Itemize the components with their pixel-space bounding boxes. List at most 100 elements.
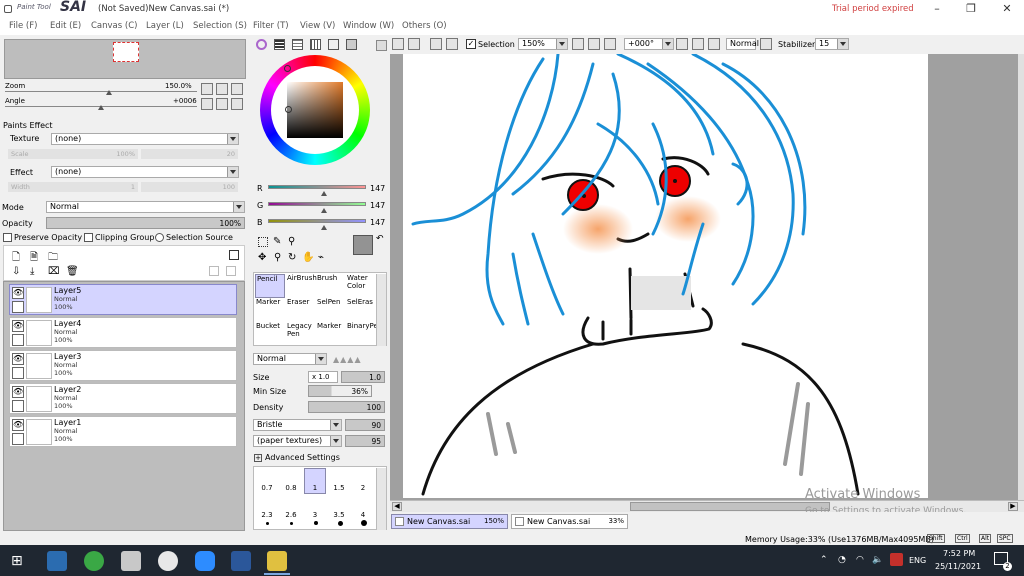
texture-dropdown[interactable]: (none) (51, 133, 239, 145)
g-slider-thumb[interactable] (321, 208, 327, 213)
density-slider[interactable]: 100 (308, 401, 385, 413)
invert-selection-button[interactable] (446, 38, 458, 50)
tool-seleras[interactable]: SelEras (346, 298, 376, 322)
scroll-left-icon[interactable]: ◀ (392, 502, 402, 511)
menu-others[interactable]: Others (O) (402, 21, 447, 31)
redo-button[interactable] (408, 38, 420, 50)
tool-marker-2[interactable]: Marker (316, 322, 346, 346)
layer-item[interactable]: 👁 Layer4 Normal 100% (9, 317, 237, 348)
zoom-in-button[interactable] (588, 38, 600, 50)
eyedropper-icon[interactable]: ⌁ (318, 252, 324, 263)
pen-lock-icon[interactable] (12, 367, 24, 379)
rotate-left-button[interactable] (676, 38, 688, 50)
hand-tool-icon[interactable]: ✋ (302, 252, 314, 263)
expand-icon[interactable]: + (254, 454, 262, 462)
swap-colors-icon[interactable]: ↶ (376, 234, 384, 244)
brush-texture-dropdown[interactable]: (paper textures) (253, 435, 342, 447)
brush-size-option[interactable]: 1.5 (328, 484, 350, 492)
document-tab[interactable]: New Canvas.sai 33% (511, 514, 628, 529)
rotate-right-button[interactable] (216, 98, 228, 110)
brush-shape-presets[interactable]: ▲▲▲▲ (333, 355, 362, 364)
zoom-reset-button[interactable] (231, 83, 243, 95)
network-icon[interactable]: ◔ (838, 555, 846, 565)
angle-dropdown[interactable]: +000° (624, 38, 674, 50)
tray-app-icon[interactable] (890, 553, 903, 566)
zoom-slider[interactable] (5, 91, 197, 92)
lasso-tool-icon[interactable]: ✎ (273, 236, 281, 247)
layer-mode-dropdown[interactable]: Normal (46, 201, 245, 213)
sv-marker[interactable] (285, 106, 292, 113)
store-icon[interactable] (121, 551, 141, 571)
zoom-app-icon[interactable] (195, 551, 215, 571)
language-indicator[interactable]: ENG (909, 556, 926, 565)
menu-view[interactable]: View (V) (300, 21, 335, 31)
hue-wheel[interactable] (260, 55, 370, 165)
maximize-button[interactable]: ❐ (954, 0, 988, 18)
rotate-right-button[interactable] (692, 38, 704, 50)
scroll-right-icon[interactable]: ▶ (1008, 502, 1018, 511)
menu-layer[interactable]: Layer (L) (146, 21, 184, 31)
hue-marker[interactable] (284, 65, 291, 72)
brush-blend-dropdown[interactable]: Normal (253, 353, 327, 365)
flip-button[interactable] (708, 38, 720, 50)
g-value[interactable]: 147 (370, 201, 385, 210)
menu-edit[interactable]: Edit (E) (50, 21, 81, 31)
navigator-preview[interactable] (4, 39, 246, 79)
zoom-out-button[interactable] (201, 83, 213, 95)
tool-scrollbar[interactable] (376, 274, 386, 346)
selection-source-radio[interactable] (155, 233, 164, 242)
zoom-slider-thumb[interactable] (106, 90, 112, 95)
tool-legacy-pen[interactable]: Legacy Pen (286, 322, 316, 346)
size-multiplier[interactable]: x 1.0 (308, 371, 338, 383)
brush-texture-strength[interactable]: 95 (345, 435, 385, 447)
wifi-icon[interactable]: ◠ (856, 555, 864, 565)
b-slider-thumb[interactable] (321, 225, 327, 230)
rgb-slider-tab-icon[interactable] (274, 39, 285, 50)
windows-start-icon[interactable]: ⊞ (11, 553, 23, 569)
min-size-slider[interactable]: 36% (308, 385, 372, 397)
r-slider[interactable] (268, 185, 366, 189)
pen-lock-icon[interactable] (12, 301, 24, 313)
r-slider-thumb[interactable] (321, 191, 327, 196)
select-tool-icon[interactable] (258, 237, 268, 247)
layer-mask-icon[interactable] (229, 250, 239, 260)
delete-layer-icon[interactable]: 🗑 (66, 266, 79, 277)
chrome-icon[interactable] (158, 551, 178, 571)
pen-lock-icon[interactable] (12, 433, 24, 445)
layer-item[interactable]: 👁 Layer5 Normal 100% (9, 284, 237, 315)
width-slider[interactable]: Width 1 (8, 182, 138, 192)
palette-tab-icon[interactable] (346, 39, 357, 50)
menu-canvas[interactable]: Canvas (C) (91, 21, 137, 31)
brush-size-scrollbar[interactable] (376, 468, 386, 530)
rotate-tool-icon[interactable]: ↻ (288, 252, 296, 263)
sai-app-icon[interactable] (267, 551, 287, 571)
effect-dropdown[interactable]: (none) (51, 166, 239, 178)
panel-menu-button[interactable] (376, 40, 387, 51)
brush-size-option[interactable]: 2.6 (280, 511, 302, 519)
clear-layer-icon[interactable]: ⌧ (48, 266, 60, 277)
minimize-button[interactable]: – (920, 0, 954, 18)
new-linework-icon[interactable]: 🗎 (30, 250, 38, 267)
menu-window[interactable]: Window (W) (343, 21, 394, 31)
apply-mask-icon[interactable] (209, 266, 219, 276)
horizontal-scroll-thumb[interactable] (630, 502, 830, 511)
menu-file[interactable]: File (F) (9, 21, 37, 31)
close-button[interactable]: ✕ (990, 0, 1024, 18)
opacity-slider[interactable]: 100% (46, 217, 245, 229)
brush-size-option[interactable]: 2.3 (256, 511, 278, 519)
clipping-group-checkbox[interactable] (84, 233, 93, 242)
foreground-color-swatch[interactable] (353, 235, 373, 255)
saturation-value-square[interactable] (287, 82, 343, 138)
swatch-tab-icon[interactable] (310, 39, 321, 50)
eye-icon[interactable]: 👁 (12, 320, 24, 332)
tool-bucket[interactable]: Bucket (255, 322, 285, 346)
vertical-scrollbar[interactable] (1018, 54, 1024, 500)
brush-size-option[interactable]: 1 (304, 484, 326, 492)
brush-shape-dropdown[interactable]: Bristle (253, 419, 342, 431)
tool-marker[interactable]: Marker (255, 298, 285, 322)
zoom-in-button[interactable] (216, 83, 228, 95)
scale-number[interactable]: 20 (141, 149, 238, 159)
layer-item[interactable]: 👁 Layer2 Normal 100% (9, 383, 237, 414)
eye-icon[interactable]: 👁 (12, 419, 24, 431)
navigator-viewport[interactable] (113, 42, 139, 62)
